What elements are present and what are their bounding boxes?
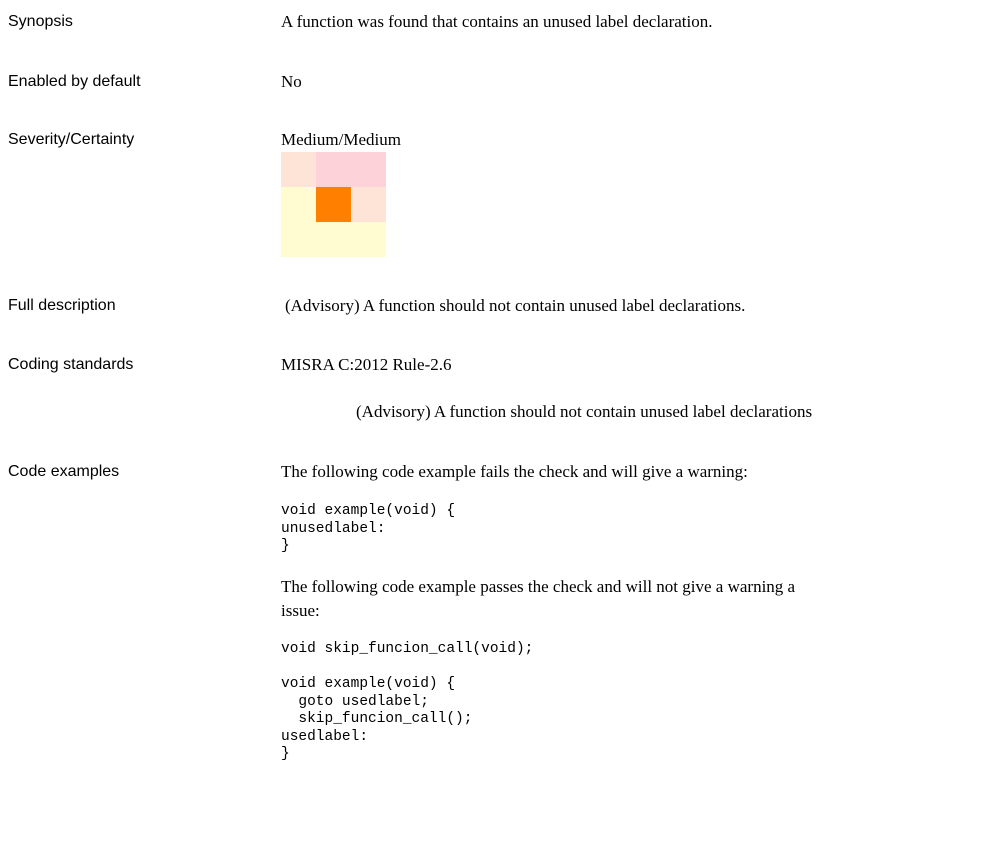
full-description-text: (Advisory) A function should not contain… (285, 296, 746, 315)
coding-standard-rule-text: (Advisory) A function should not contain… (356, 402, 813, 421)
pass-code-block: void skip_funcion_call(void); void examp… (281, 641, 534, 762)
coding-standards-label: Coding standards (8, 356, 134, 373)
matrix-cell (281, 152, 316, 187)
pass-example-intro-line2: issue: (281, 601, 320, 620)
code-examples-label: Code examples (8, 463, 120, 480)
severity-certainty-label: Severity/Certainty (8, 131, 135, 148)
matrix-cell (316, 222, 351, 257)
matrix-cell (351, 152, 386, 187)
matrix-cell (281, 222, 316, 257)
enabled-by-default-value: No (281, 72, 302, 91)
rule-description-page: Synopsis A function was found that conta… (0, 0, 1005, 844)
enabled-by-default-label: Enabled by default (8, 73, 141, 90)
synopsis-text: A function was found that contains an un… (281, 12, 713, 31)
synopsis-label: Synopsis (8, 13, 73, 30)
matrix-cell (281, 187, 316, 222)
fail-code-block: void example(void) { unusedlabel: } (281, 503, 456, 554)
matrix-cell (351, 222, 386, 257)
matrix-cell (351, 187, 386, 222)
severity-certainty-value: Medium/Medium (281, 130, 401, 149)
matrix-cell (316, 152, 351, 187)
fail-example-intro: The following code example fails the che… (281, 462, 748, 481)
matrix-cell-highlighted (316, 187, 351, 222)
coding-standard-name: MISRA C:2012 Rule-2.6 (281, 355, 452, 374)
pass-example-intro-line1: The following code example passes the ch… (281, 577, 796, 596)
severity-certainty-matrix (281, 152, 386, 257)
full-description-label: Full description (8, 297, 116, 314)
